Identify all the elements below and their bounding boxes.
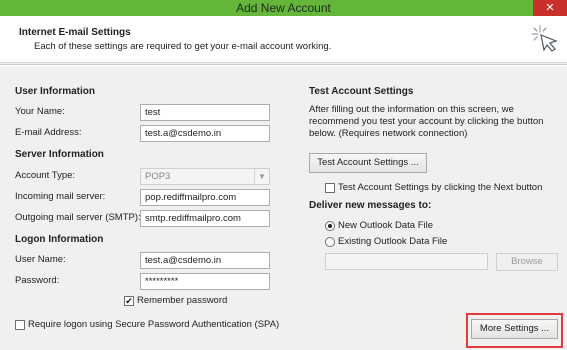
account-type-select: POP3 ▼ xyxy=(140,168,270,185)
sparkle-cursor-icon xyxy=(531,25,558,52)
password-label: Password: xyxy=(15,275,60,286)
new-data-file-radio[interactable] xyxy=(325,221,335,231)
outgoing-server-field[interactable]: smtp.rediffmailpro.com xyxy=(140,210,270,227)
window-title-bar: Add New Account ✕ xyxy=(0,0,567,16)
existing-data-file-label: Existing Outlook Data File xyxy=(338,236,448,247)
header-title: Internet E-mail Settings xyxy=(19,27,131,38)
test-on-next-label: Test Account Settings by clicking the Ne… xyxy=(338,182,543,193)
your-name-field[interactable]: test xyxy=(140,104,270,121)
divider xyxy=(0,64,567,66)
user-name-field[interactable]: test.a@csdemo.in xyxy=(140,252,270,269)
more-settings-highlight xyxy=(466,313,563,348)
email-address-field[interactable]: test.a@csdemo.in xyxy=(140,125,270,142)
test-description-line2: recommend you test your account by click… xyxy=(309,116,544,127)
test-description-line1: After filling out the information on thi… xyxy=(309,104,514,115)
browse-button: Browse xyxy=(496,253,558,271)
header-subtitle: Each of these settings are required to g… xyxy=(34,41,332,52)
test-description-line3: below. (Requires network connection) xyxy=(309,128,468,139)
dialog-header: Internet E-mail Settings Each of these s… xyxy=(0,16,567,63)
test-settings-heading: Test Account Settings xyxy=(309,86,414,97)
logon-info-heading: Logon Information xyxy=(15,234,104,245)
chevron-down-icon: ▼ xyxy=(254,169,269,184)
account-type-value: POP3 xyxy=(145,171,171,182)
server-info-heading: Server Information xyxy=(15,149,104,160)
close-icon: ✕ xyxy=(545,2,555,14)
remember-password-checkbox[interactable]: ✔ xyxy=(124,296,134,306)
outgoing-server-label: Outgoing mail server (SMTP): xyxy=(15,212,141,223)
your-name-label: Your Name: xyxy=(15,106,65,117)
user-info-heading: User Information xyxy=(15,86,96,97)
close-button[interactable]: ✕ xyxy=(533,0,567,16)
deliver-messages-heading: Deliver new messages to: xyxy=(309,200,432,211)
new-data-file-label: New Outlook Data File xyxy=(338,220,434,231)
account-type-label: Account Type: xyxy=(15,170,76,181)
existing-data-file-radio[interactable] xyxy=(325,237,335,247)
password-field[interactable]: ********* xyxy=(140,273,270,290)
user-name-label: User Name: xyxy=(15,254,66,265)
incoming-server-label: Incoming mail server: xyxy=(15,191,106,202)
dialog-body: User Information Your Name: test E-mail … xyxy=(0,63,567,350)
data-file-path-field xyxy=(325,253,488,270)
spa-checkbox[interactable] xyxy=(15,320,25,330)
test-account-settings-button[interactable]: Test Account Settings ... xyxy=(309,153,427,173)
email-address-label: E-mail Address: xyxy=(15,127,82,138)
remember-password-label: Remember password xyxy=(137,295,228,306)
test-on-next-checkbox[interactable] xyxy=(325,183,335,193)
spa-label: Require logon using Secure Password Auth… xyxy=(28,319,280,330)
window-title: Add New Account xyxy=(236,1,331,15)
incoming-server-field[interactable]: pop.rediffmailpro.com xyxy=(140,189,270,206)
